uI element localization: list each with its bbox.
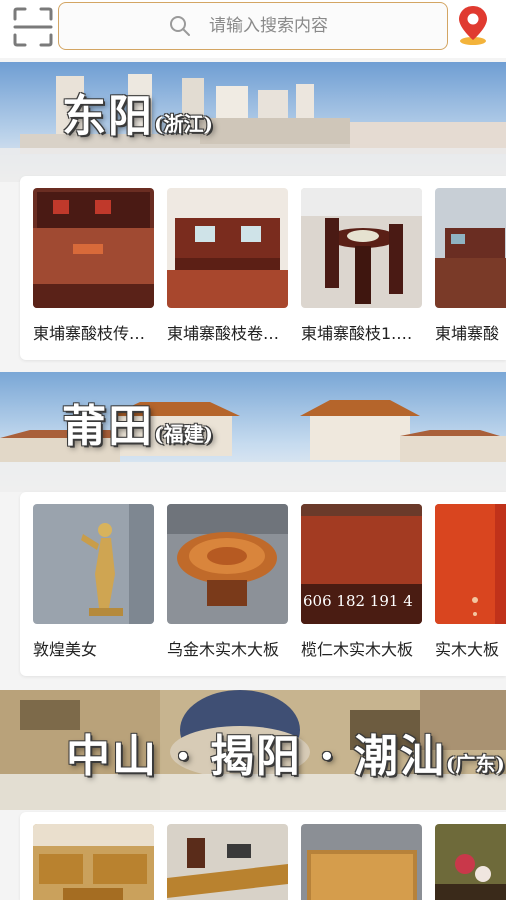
product-name: 榄仁木实木大板 [301,640,414,659]
region-name: 东阳 [62,91,154,142]
region-section-guangdong: 中山 · 揭阳 · 潮汕(广东) [0,690,506,900]
product-image [167,504,288,624]
product-scroller[interactable]: 東埔寨酸枝传统大床 東埔寨酸枝卷书沙发 東埔寨 [20,176,506,360]
region-province: (浙江) [154,112,213,136]
product-card[interactable] [167,824,288,900]
product-image [435,188,506,308]
product-image [301,188,422,308]
product-name: 東埔寨酸枝1.3米圆台 [301,324,422,343]
search-bar[interactable] [58,2,448,50]
product-card[interactable] [301,824,422,900]
search-input[interactable] [209,3,429,48]
product-card[interactable]: 東埔寨酸枝1.3米圆台 [301,188,422,344]
product-image-text: 606 182 191 4 [303,592,413,610]
product-scroller[interactable] [20,812,506,900]
product-name: 東埔寨酸枝传统大床 [33,324,154,343]
region-title: 莆田(福建) [62,390,213,454]
region-banner[interactable]: 莆田(福建) [0,372,506,492]
product-image [435,504,506,624]
product-image [435,824,506,900]
product-name: 敦煌美女 [33,640,98,659]
product-card[interactable] [33,824,154,900]
product-image [167,824,288,900]
product-image: 606 182 191 4 [301,504,422,624]
region-province: (福建) [154,422,213,446]
product-name: 東埔寨酸 [435,324,500,343]
product-card[interactable]: 東埔寨酸枝传统大床 [33,188,154,344]
location-pin-icon[interactable] [456,4,490,46]
product-scroller[interactable]: 敦煌美女 乌金木实木大板 606 182 191 4 榄仁木实木大板 实木大板 [20,492,506,676]
region-name: 莆田 [62,401,154,452]
product-name: 实木大板 [435,640,500,659]
product-card[interactable]: 实木大板 [435,504,506,660]
region-section-dongyang: 东阳(浙江) 東埔寨酸枝传统大床 東埔寨酸 [0,62,506,362]
region-province: (广东) [445,752,505,776]
product-card[interactable]: 敦煌美女 [33,504,154,660]
product-card[interactable]: 東埔寨酸 [435,188,506,344]
product-card[interactable]: 606 182 191 4 榄仁木实木大板 [301,504,422,660]
region-banner[interactable]: 东阳(浙江) [0,62,506,182]
product-card[interactable] [435,824,506,900]
region-title: 东阳(浙江) [62,80,213,144]
top-bar [0,0,506,58]
product-card[interactable]: 乌金木实木大板 [167,504,288,660]
region-section-putian: 莆田(福建) 敦煌美女 乌金木实木大板 606 182 191 4 榄仁木实木大… [0,372,506,682]
product-name: 東埔寨酸枝卷书沙发 [167,324,288,343]
product-name: 乌金木实木大板 [167,640,280,659]
product-image [33,188,154,308]
search-icon [170,16,190,36]
product-card[interactable]: 東埔寨酸枝卷书沙发 [167,188,288,344]
product-image [301,824,422,900]
product-image [33,504,154,624]
product-image [167,188,288,308]
scan-icon[interactable] [12,6,54,48]
region-title: 中山 · 揭阳 · 潮汕(广东) [66,720,505,784]
region-name: 中山 · 揭阳 · 潮汕 [66,731,446,782]
region-banner[interactable]: 中山 · 揭阳 · 潮汕(广东) [0,690,506,810]
product-image [33,824,154,900]
